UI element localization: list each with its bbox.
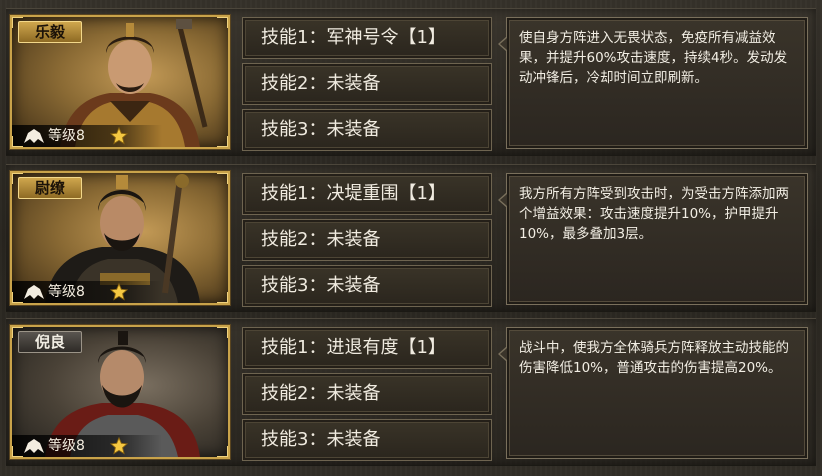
star-icon — [110, 283, 128, 301]
skill-slot-3[interactable]: 技能3：未装备 — [242, 265, 492, 307]
general-row: 尉缭 等级8 技能1：决堤重围【1】 技能2：未装备 技能3：未装备 我方所有方… — [6, 164, 816, 312]
helmet-class-icon — [24, 129, 44, 143]
level-bar: 等级8 — [12, 281, 162, 303]
general-portrait[interactable]: 倪良 等级8 — [10, 325, 230, 459]
skill-description-panel: 战斗中，使我方全体骑兵方阵释放主动技能的伤害降低10%，普通攻击的伤害提高20%… — [498, 327, 808, 459]
pointer-arrow-inner — [500, 194, 507, 206]
skill-slot-3[interactable]: 技能3：未装备 — [242, 109, 492, 151]
general-name: 倪良 — [18, 331, 82, 353]
skill-description: 我方所有方阵受到攻击时，为受击方阵添加两个增益效果：攻击速度提升10%，护甲提升… — [519, 186, 789, 242]
pointer-arrow-inner — [500, 348, 507, 360]
frame-corner — [217, 446, 228, 457]
general-level: 等级8 — [48, 284, 85, 300]
skill-description-panel: 使自身方阵进入无畏状态，免疫所有减益效果，并提升60%攻击速度，持续4秒。发动发… — [498, 17, 808, 149]
skill-slot-1[interactable]: 技能1：进退有度【1】 — [242, 327, 492, 369]
skill-description-panel: 我方所有方阵受到攻击时，为受击方阵添加两个增益效果：攻击速度提升10%，护甲提升… — [498, 173, 808, 305]
general-portrait[interactable]: 乐毅 等级8 — [10, 15, 230, 149]
star-icon — [110, 127, 128, 145]
frame-corner — [217, 292, 228, 303]
skill-slot-2[interactable]: 技能2：未装备 — [242, 63, 492, 105]
frame-corner — [217, 136, 228, 147]
frame-corner — [12, 292, 23, 303]
helmet-class-icon — [24, 439, 44, 453]
level-bar: 等级8 — [12, 435, 162, 457]
pointer-arrow-inner — [500, 38, 507, 50]
general-row: 倪良 等级8 技能1：进退有度【1】 技能2：未装备 技能3：未装备 战斗中，使… — [6, 318, 816, 466]
frame-corner — [12, 327, 23, 338]
general-portrait[interactable]: 尉缭 等级8 — [10, 171, 230, 305]
general-name: 尉缭 — [18, 177, 82, 199]
frame-corner — [217, 173, 228, 184]
frame-corner — [12, 136, 23, 147]
star-icon — [110, 437, 128, 455]
general-row: 乐毅 等级8 技能1：军神号令【1】 技能2：未装备 技能3：未装备 使自身方阵… — [6, 8, 816, 156]
frame-corner — [217, 327, 228, 338]
frame-corner — [12, 173, 23, 184]
helmet-class-icon — [24, 285, 44, 299]
frame-corner — [217, 17, 228, 28]
level-bar: 等级8 — [12, 125, 162, 147]
frame-corner — [12, 446, 23, 457]
skill-slot-2[interactable]: 技能2：未装备 — [242, 219, 492, 261]
skill-slot-1[interactable]: 技能1：决堤重围【1】 — [242, 173, 492, 215]
general-level: 等级8 — [48, 128, 85, 144]
skill-slot-1[interactable]: 技能1：军神号令【1】 — [242, 17, 492, 59]
general-name: 乐毅 — [18, 21, 82, 43]
skill-description: 使自身方阵进入无畏状态，免疫所有减益效果，并提升60%攻击速度，持续4秒。发动发… — [519, 30, 788, 86]
skill-slot-3[interactable]: 技能3：未装备 — [242, 419, 492, 461]
skill-description: 战斗中，使我方全体骑兵方阵释放主动技能的伤害降低10%，普通攻击的伤害提高20%… — [519, 340, 789, 376]
skill-slot-2[interactable]: 技能2：未装备 — [242, 373, 492, 415]
general-level: 等级8 — [48, 438, 85, 454]
frame-corner — [12, 17, 23, 28]
